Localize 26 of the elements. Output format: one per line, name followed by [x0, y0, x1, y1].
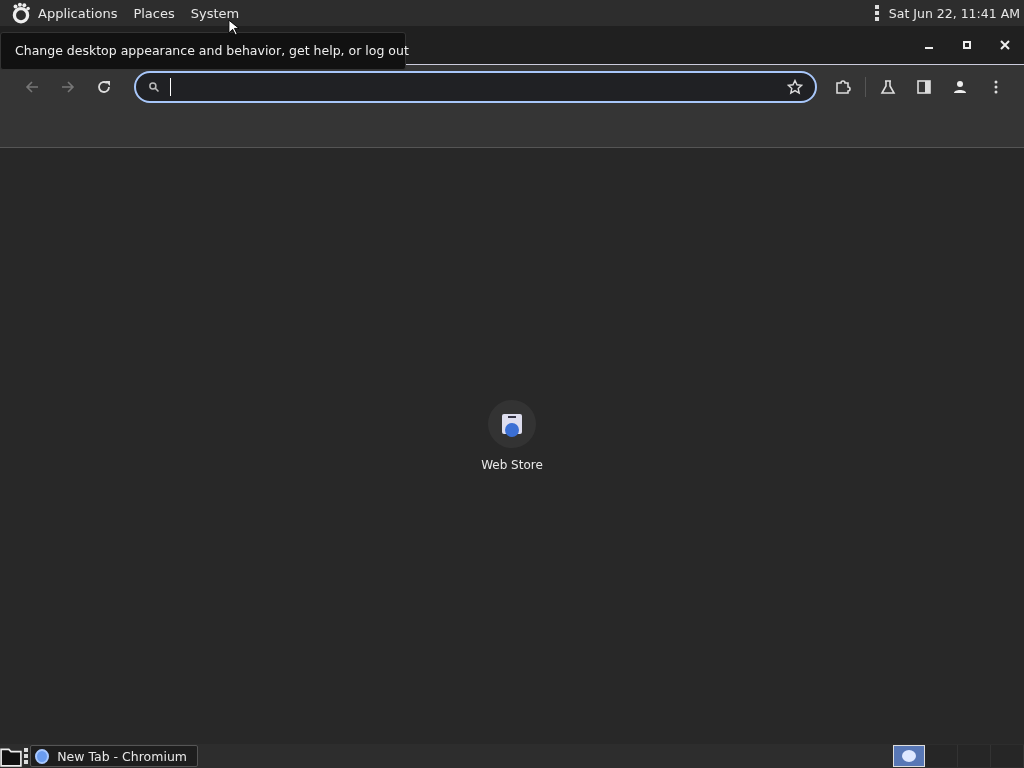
store-icon[interactable]	[488, 400, 536, 448]
window-thumbnail-icon	[902, 750, 916, 762]
forward-icon[interactable]	[60, 79, 76, 95]
flask-icon[interactable]	[880, 79, 896, 95]
back-icon[interactable]	[24, 79, 40, 95]
taskbar-button[interactable]: New Tab - Chromium	[30, 745, 198, 767]
address-bar[interactable]	[134, 71, 817, 103]
text-cursor	[170, 78, 171, 96]
puzzle-icon[interactable]	[835, 79, 851, 95]
browser-icon	[35, 748, 50, 764]
shortcut-label[interactable]: Web Store	[481, 458, 543, 472]
reload-icon[interactable]	[96, 79, 112, 95]
search-icon	[148, 81, 160, 93]
close-icon[interactable]	[1000, 40, 1010, 50]
maximize-icon[interactable]	[962, 40, 972, 50]
menu-item[interactable]: System	[190, 5, 240, 21]
side-panel-icon[interactable]	[916, 79, 932, 95]
mouse-pointer-icon	[228, 19, 239, 36]
star-icon[interactable]	[787, 79, 803, 95]
foot-logo-icon[interactable]	[10, 2, 32, 24]
drag-handle-icon[interactable]	[874, 5, 879, 21]
clock[interactable]: Sat Jun 22, 11:41 AM	[888, 5, 1020, 21]
menu-item[interactable]: Places	[133, 5, 175, 21]
drag-handle-icon[interactable]	[24, 748, 28, 764]
menu-item[interactable]: Applications	[38, 5, 118, 21]
profile-icon[interactable]	[952, 79, 968, 95]
